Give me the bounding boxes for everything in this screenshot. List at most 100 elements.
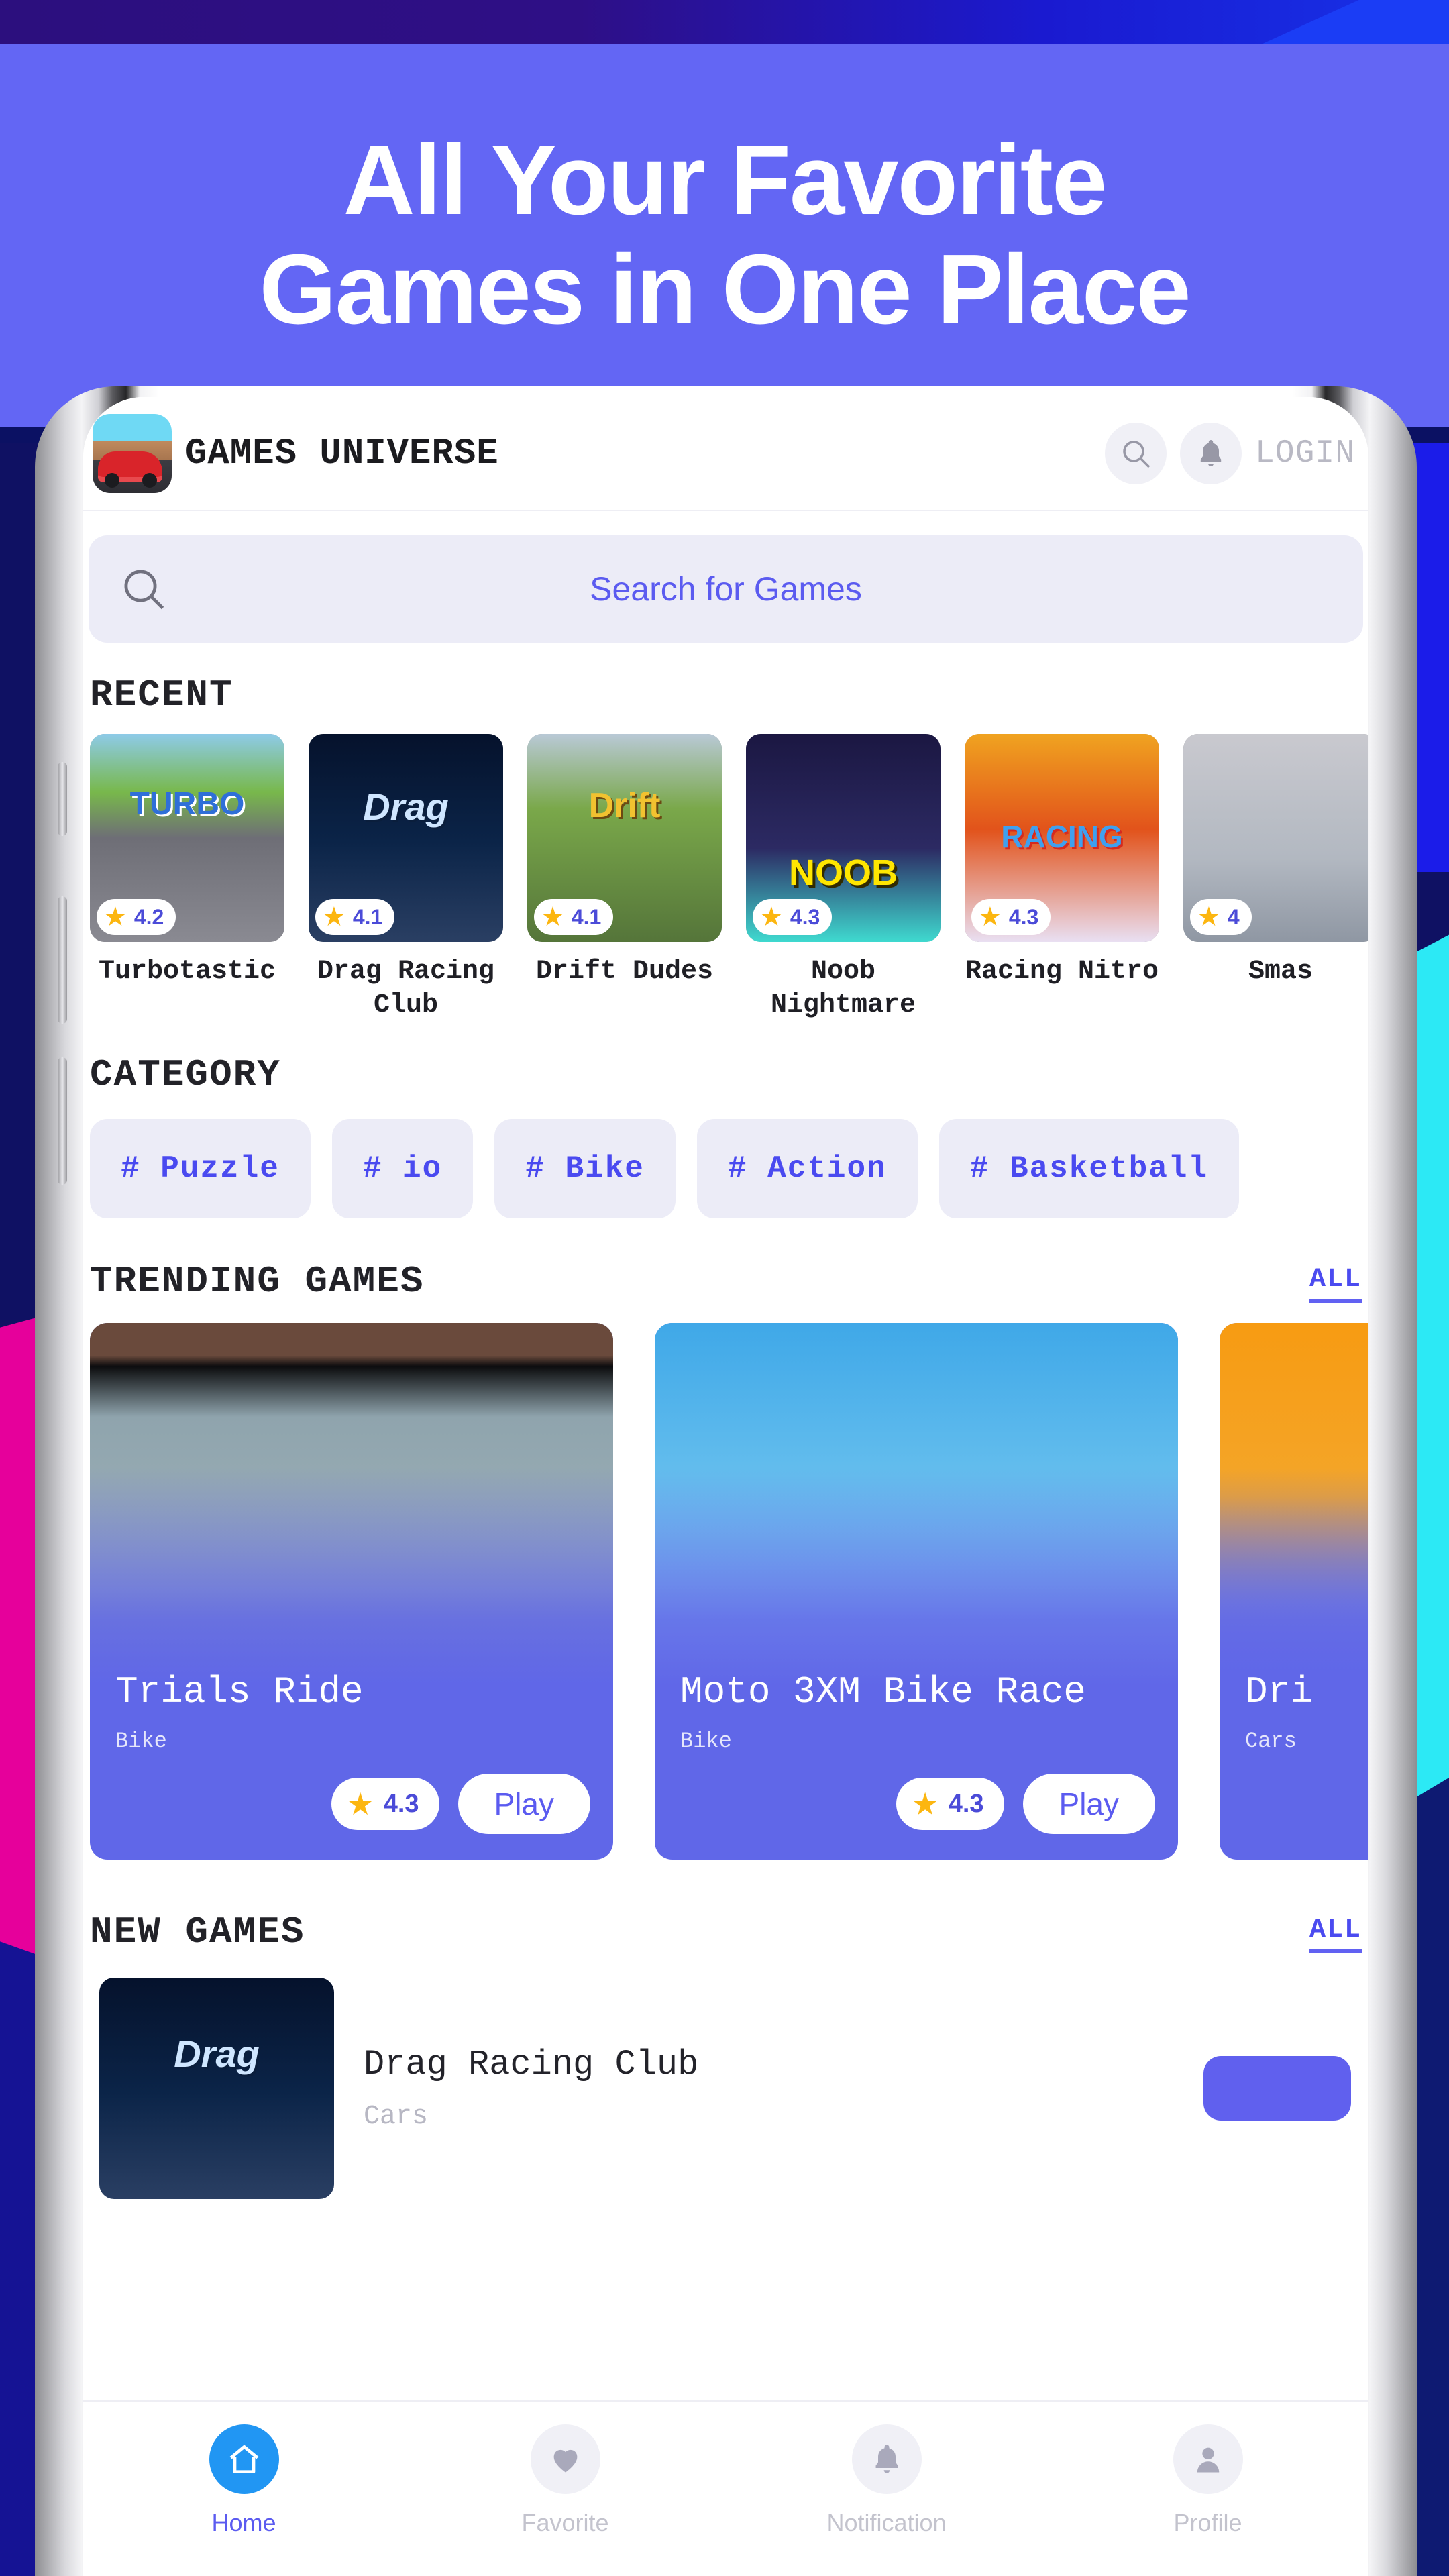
recent-game-card[interactable]: ★ 4 Smas <box>1183 734 1368 1022</box>
trending-all-link[interactable]: ALL <box>1309 1267 1362 1303</box>
rating-value: 4 <box>1227 904 1240 929</box>
game-name: Drift Dudes <box>535 957 714 987</box>
app-bar: GAMES UNIVERSE LOGIN <box>83 397 1368 511</box>
nav-item-label: Notification <box>826 2509 947 2536</box>
game-name: Turbotastic <box>98 957 276 987</box>
star-icon: ★ <box>978 902 1002 932</box>
trending-game-card[interactable]: Moto 3XM Bike Race Bike ★ 4.3 Play <box>655 1323 1178 1860</box>
game-thumbnail: RACING ★ 4.3 <box>965 734 1159 942</box>
play-button[interactable] <box>1203 2056 1351 2121</box>
star-icon: ★ <box>322 902 346 932</box>
recent-game-card[interactable]: TURBO ★ 4.2 Turbotastic <box>90 734 284 1022</box>
artwork-title-text: Drag <box>174 2032 260 2075</box>
category-chip[interactable]: # io <box>331 1119 474 1218</box>
trending-section-header: TRENDING GAMES ALL <box>83 1260 1368 1303</box>
game-thumbnail: NOOB ★ 4.3 <box>746 734 941 942</box>
game-category: Cars <box>1245 1729 1297 1754</box>
phone-side-button-volume-up[interactable] <box>58 896 67 1024</box>
play-button[interactable]: Play <box>1022 1774 1155 1834</box>
nav-item-home[interactable]: Home <box>83 2424 405 2537</box>
search-placeholder: Search for Games <box>590 570 862 608</box>
rating-value: 4.2 <box>133 904 164 929</box>
login-button[interactable]: LOGIN <box>1255 435 1359 472</box>
bell-icon <box>1200 440 1222 466</box>
recent-game-card[interactable]: NOOB ★ 4.3 Noob Nightmare <box>746 734 941 1022</box>
recent-games-list[interactable]: TURBO ★ 4.2 Turbotastic Drag ★ 4.1 Drag Racing … <box>83 716 1368 1022</box>
recent-section-header: RECENT <box>83 674 1368 716</box>
trending-games-list[interactable]: Trials Ride Bike ★ 4.3 Play Moto 3XM Bike Rac… <box>83 1303 1368 1860</box>
game-name: Racing Nitro <box>965 957 1159 987</box>
category-chip[interactable]: # Puzzle <box>90 1119 311 1218</box>
rating-badge: ★ 4.1 <box>315 899 395 935</box>
rating-value: 4.1 <box>571 904 602 929</box>
game-name: Drag Racing Club <box>317 957 495 1020</box>
category-title: CATEGORY <box>90 1053 281 1096</box>
game-thumbnail: Drift ★ 4.1 <box>527 734 722 942</box>
nav-item-profile[interactable]: Profile <box>1047 2424 1368 2537</box>
game-artwork <box>90 1323 613 1685</box>
home-icon <box>209 2424 279 2494</box>
search-input[interactable]: Search for Games <box>89 535 1363 643</box>
person-icon <box>1173 2424 1243 2494</box>
bg-top-strip <box>0 0 1449 44</box>
game-thumbnail: Drag ★ 4.1 <box>309 734 503 942</box>
recent-game-card[interactable]: Drift ★ 4.1 Drift Dudes <box>527 734 722 1022</box>
search-section: Search for Games <box>83 511 1368 643</box>
category-chip[interactable]: # Basketball <box>938 1119 1240 1218</box>
new-games-section-header: NEW GAMES ALL <box>83 1911 1368 1953</box>
recent-game-card[interactable]: RACING ★ 4.3 Racing Nitro <box>965 734 1159 1022</box>
rating-badge: ★ 4.3 <box>331 1778 439 1830</box>
header-search-button[interactable] <box>1104 423 1167 484</box>
game-name: Noob Nightmare <box>770 957 916 1020</box>
nav-item-favorite[interactable]: Favorite <box>405 2424 726 2537</box>
new-game-row[interactable]: Drag Drag Racing Club Cars <box>83 1953 1368 2199</box>
hero-headline-line2: Games in One Place <box>259 234 1191 345</box>
game-name: Trials Ride <box>115 1670 364 1713</box>
game-name: Smas <box>1248 957 1313 987</box>
game-artwork <box>655 1323 1178 1685</box>
car-app-logo-icon <box>93 414 172 493</box>
star-icon: ★ <box>1197 902 1221 932</box>
rating-badge: ★ 4 <box>1190 899 1252 935</box>
app-content: GAMES UNIVERSE LOGIN Search for Games RE… <box>83 397 1368 2576</box>
category-chip-list[interactable]: # Puzzle # io # Bike # Action # Basketball <box>83 1096 1368 1218</box>
search-icon <box>1123 441 1150 468</box>
card-actions: ★ 4.3 Play <box>331 1774 590 1834</box>
trending-game-card[interactable]: Dri Cars <box>1220 1323 1368 1860</box>
nav-item-notification[interactable]: Notification <box>726 2424 1047 2537</box>
new-games-title: NEW GAMES <box>90 1911 305 1953</box>
phone-mockup: GAMES UNIVERSE LOGIN Search for Games RE… <box>35 386 1417 2576</box>
new-games-list: Drag Drag Racing Club Cars <box>83 1953 1368 2199</box>
phone-screen: GAMES UNIVERSE LOGIN Search for Games RE… <box>83 397 1368 2576</box>
star-icon: ★ <box>346 1786 374 1821</box>
category-chip[interactable]: # Action <box>696 1119 918 1218</box>
rating-value: 4.3 <box>790 904 820 929</box>
new-games-all-link[interactable]: ALL <box>1309 1917 1362 1953</box>
rating-value: 4.3 <box>948 1789 984 1818</box>
trending-title: TRENDING GAMES <box>90 1260 425 1303</box>
play-button[interactable]: Play <box>458 1774 590 1834</box>
star-icon: ★ <box>759 902 784 932</box>
artwork-title-text: Drift <box>588 786 661 825</box>
game-name: Moto 3XM Bike Race <box>680 1670 1086 1713</box>
trending-game-card[interactable]: Trials Ride Bike ★ 4.3 Play <box>90 1323 613 1860</box>
game-category: Cars <box>364 2102 429 2132</box>
rating-badge: ★ 4.2 <box>97 899 176 935</box>
bg-top-strip-accent <box>1261 0 1449 44</box>
hero-headline-line1: All Your Favorite <box>343 125 1108 236</box>
artwork-title-text: Drag <box>363 785 449 828</box>
game-thumbnail: TURBO ★ 4.2 <box>90 734 284 942</box>
phone-side-button-volume-down[interactable] <box>58 1057 67 1185</box>
recent-game-card[interactable]: Drag ★ 4.1 Drag Racing Club <box>309 734 503 1022</box>
category-chip[interactable]: # Bike <box>494 1119 676 1218</box>
nav-item-label: Home <box>211 2509 276 2536</box>
rating-value: 4.3 <box>383 1789 419 1818</box>
game-category: Bike <box>115 1729 167 1754</box>
rating-value: 4.3 <box>1008 904 1039 929</box>
app-brand-title: GAMES UNIVERSE <box>185 433 499 474</box>
nav-item-label: Favorite <box>521 2509 609 2536</box>
header-notification-button[interactable] <box>1179 423 1242 484</box>
phone-side-button-mute[interactable] <box>58 762 67 836</box>
rating-value: 4.1 <box>352 904 383 929</box>
game-name: Drag Racing Club <box>364 2045 699 2084</box>
